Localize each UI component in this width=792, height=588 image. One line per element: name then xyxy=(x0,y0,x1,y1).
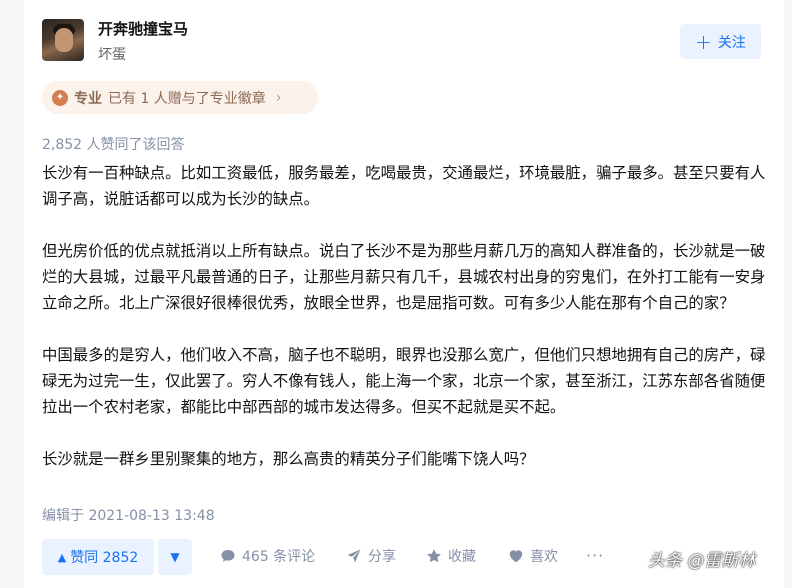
plus-icon: + xyxy=(695,29,712,54)
follow-label: 关注 xyxy=(717,34,746,51)
heart-icon xyxy=(508,548,524,564)
triangle-down-icon: ▼ xyxy=(170,550,180,564)
edited-timestamp[interactable]: 编辑于 2021-08-13 13:48 xyxy=(42,505,215,525)
share-label: 分享 xyxy=(368,549,396,565)
watermark: 头条 @雷斯林 xyxy=(648,551,756,571)
comments-button[interactable]: 465 条评论 xyxy=(220,546,315,566)
chevron-right-icon: › xyxy=(275,89,282,106)
more-button[interactable]: ··· xyxy=(586,546,604,565)
downvote-button[interactable]: ▼ xyxy=(158,539,192,575)
upvote-button[interactable]: ▲ 赞同 2852 xyxy=(42,539,154,575)
content-paragraph: 长沙有一百种缺点。比如工资最低，服务最差，吃喝最贵，交通最烂，环境最脏，骗子最多… xyxy=(42,164,766,208)
star-icon xyxy=(426,548,442,564)
avatar-face xyxy=(55,28,73,52)
answer-content: 长沙有一百种缺点。比如工资最低，服务最差，吃喝最贵，交通最烂，环境最脏，骗子最多… xyxy=(42,160,766,472)
content-paragraph: 但光房价低的优点就抵消以上所有缺点。说白了长沙不是为那些月薪几万的高知人群准备的… xyxy=(42,242,766,312)
follow-button[interactable]: + 关注 xyxy=(680,24,761,59)
author-avatar[interactable] xyxy=(42,19,84,61)
answer-card: 开奔驰撞宝马 坏蛋 + 关注 ✦ 专业 已有 1 人赠与了专业徽章 › 2,85… xyxy=(24,0,784,588)
share-button[interactable]: 分享 xyxy=(346,546,396,566)
content-paragraph: 中国最多的是穷人，他们收入不高，脑子也不聪明，眼界也没那么宽广，但他们只想地拥有… xyxy=(42,346,766,416)
vote-summary[interactable]: 2,852 人赞同了该回答 xyxy=(42,134,185,154)
badge-text: 已有 1 人赠与了专业徽章 xyxy=(108,90,266,107)
author-name[interactable]: 开奔驰撞宝马 xyxy=(98,18,188,39)
triangle-up-icon: ▲ xyxy=(57,550,67,564)
content-paragraph: 长沙就是一群乡里别聚集的地方，那么高贵的精英分子们能嘴下饶人吗？ xyxy=(42,450,535,468)
favorite-label: 收藏 xyxy=(448,549,476,565)
like-button[interactable]: 喜欢 xyxy=(508,546,558,566)
share-icon xyxy=(346,548,362,564)
professional-badge-pill[interactable]: ✦ 专业 已有 1 人赠与了专业徽章 › xyxy=(42,81,318,114)
author-bio: 坏蛋 xyxy=(98,47,126,63)
comment-icon xyxy=(220,548,236,564)
upvote-label: 赞同 2852 xyxy=(70,550,139,566)
comments-label: 465 条评论 xyxy=(242,549,316,565)
like-label: 喜欢 xyxy=(530,549,558,565)
badge-medal-icon: ✦ xyxy=(52,89,68,106)
favorite-button[interactable]: 收藏 xyxy=(426,546,476,566)
badge-strong-label: 专业 xyxy=(74,90,102,107)
